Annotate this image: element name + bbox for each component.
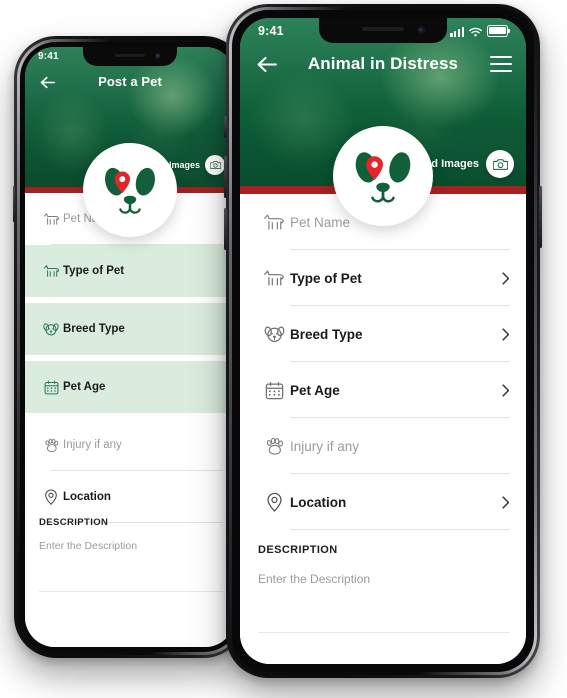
hamburger-menu-bar: [490, 62, 512, 66]
front-phone-notch: [319, 18, 447, 43]
back-row-injury[interactable]: Injury if any: [25, 419, 235, 471]
front-row-type-of-pet[interactable]: Type of Pet: [240, 250, 526, 306]
paw-icon: [258, 437, 290, 456]
back-description-heading: DESCRIPTION: [39, 517, 109, 528]
front-dog-logo: [333, 126, 433, 226]
back-row-label-type-of-pet: Type of Pet: [63, 265, 125, 277]
dog-face-icon: [39, 322, 63, 337]
back-row-breed-type[interactable]: Breed Type: [25, 303, 235, 355]
front-row-location[interactable]: Location: [240, 474, 526, 530]
camera-icon: [492, 158, 508, 170]
back-camera-button[interactable]: [205, 155, 225, 175]
front-row-label-breed-type: Breed Type: [290, 326, 363, 342]
screenshot-stage: 9:41 Post a Pet Upload Images: [0, 0, 567, 698]
back-dog-logo: [83, 143, 177, 237]
front-description-heading: DESCRIPTION: [258, 544, 338, 556]
back-row-label-injury: Injury if any: [63, 439, 122, 451]
back-status-time: 9:41: [38, 51, 59, 62]
front-status-icons: [450, 24, 508, 37]
front-navbar: Animal in Distress: [240, 43, 526, 85]
front-row-label-location: Location: [290, 494, 347, 510]
dog-standing-icon: [258, 269, 290, 287]
paw-icon: [39, 438, 63, 453]
hamburger-menu-icon: [490, 55, 512, 59]
front-phone-volume-down-button: [224, 208, 227, 250]
back-phone-notch: [83, 47, 177, 66]
front-form: Pet Name Type of Pet Breed Type Pet Age …: [240, 194, 526, 664]
front-phone-silent-switch: [224, 116, 227, 138]
back-row-label-location: Location: [63, 491, 111, 503]
signal-bars-icon: [450, 27, 464, 37]
hamburger-menu-bar: [490, 69, 512, 73]
front-navbar-menu-button[interactable]: [490, 54, 512, 74]
front-row-label-injury: Injury if any: [290, 438, 360, 454]
front-description-section: DESCRIPTION Enter the Description: [240, 536, 526, 664]
wifi-icon: [469, 27, 482, 37]
back-phone-device: 9:41 Post a Pet Upload Images: [13, 36, 247, 658]
front-phone-speaker: [362, 27, 404, 31]
back-row-pet-age[interactable]: Pet Age: [25, 361, 235, 413]
back-phone-volume-button: [13, 186, 15, 222]
back-row-label-pet-age: Pet Age: [63, 381, 106, 393]
front-description-input[interactable]: Enter the Description: [258, 556, 508, 586]
front-row-chevron-icon: [502, 327, 510, 341]
dog-standing-icon: [258, 213, 290, 231]
back-phone-screen: 9:41 Post a Pet Upload Images: [25, 47, 235, 647]
front-navbar-back-button[interactable]: [250, 43, 284, 85]
arrow-left-icon: [257, 56, 277, 72]
back-phone-speaker: [115, 54, 145, 57]
back-description-section: DESCRIPTION Enter the Description: [25, 513, 235, 633]
back-description-input[interactable]: Enter the Description: [39, 528, 221, 552]
back-row-type-of-pet[interactable]: Type of Pet: [25, 245, 235, 297]
front-row-chevron-icon: [502, 271, 510, 285]
back-description-underline: [39, 591, 223, 592]
front-status-time: 9:41: [258, 23, 284, 38]
arrow-left-icon: [40, 76, 55, 88]
front-phone-front-camera: [417, 26, 425, 34]
calendar-icon: [39, 380, 63, 395]
dog-standing-icon: [39, 264, 63, 278]
back-form: Pet Name Type of Pet Breed Type Pet Age …: [25, 193, 235, 647]
battery-icon: [487, 24, 508, 37]
front-row-pet-age[interactable]: Pet Age: [240, 362, 526, 418]
front-phone-device: 9:41 Animal in Distress Upload Images Pe…: [224, 4, 542, 678]
front-camera-button[interactable]: [486, 150, 514, 178]
back-phone-front-camera: [155, 53, 161, 59]
front-row-breed-type[interactable]: Breed Type: [240, 306, 526, 362]
dog-face-logo: [355, 151, 411, 203]
front-phone-screen: 9:41 Animal in Distress Upload Images Pe…: [240, 18, 526, 664]
location-pin-icon: [39, 489, 63, 505]
calendar-icon: [258, 381, 290, 400]
dog-face-icon: [258, 325, 290, 344]
front-row-chevron-icon: [502, 383, 510, 397]
front-phone-power-button: [539, 186, 542, 248]
location-pin-icon: [258, 492, 290, 512]
front-description-underline: [258, 632, 510, 633]
front-row-injury[interactable]: Injury if any: [240, 418, 526, 474]
dog-standing-icon: [39, 212, 63, 226]
dog-face-logo: [105, 167, 155, 214]
back-navbar: Post a Pet: [25, 66, 235, 98]
front-row-underline: [290, 529, 510, 530]
back-navbar-back-button[interactable]: [34, 66, 60, 98]
front-row-chevron-icon: [502, 495, 510, 509]
back-row-label-breed-type: Breed Type: [63, 323, 125, 335]
camera-icon: [209, 161, 221, 169]
front-phone-volume-up-button: [224, 156, 227, 198]
front-row-label-type-of-pet: Type of Pet: [290, 270, 362, 286]
front-row-label-pet-age: Pet Age: [290, 382, 340, 398]
